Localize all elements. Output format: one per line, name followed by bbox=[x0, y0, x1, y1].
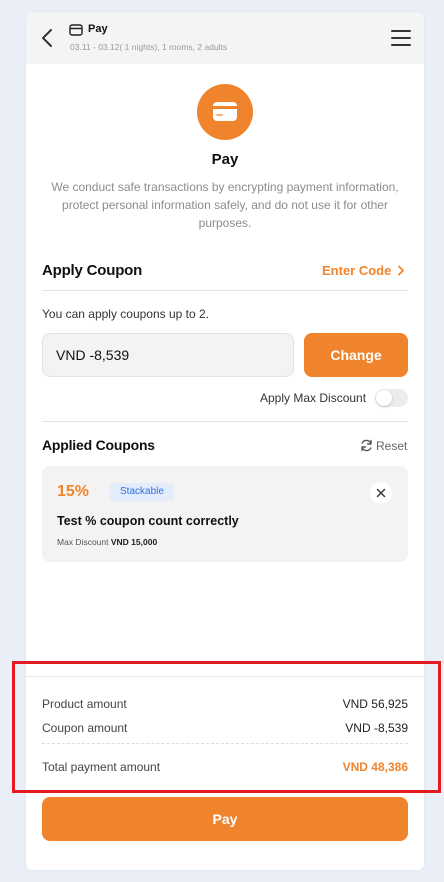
credit-card-icon bbox=[213, 102, 237, 121]
coupon-amount-field[interactable]: VND -8,539 bbox=[42, 333, 294, 377]
coupon-name: Test % coupon count correctly bbox=[57, 514, 239, 528]
max-discount-value: VND 15,000 bbox=[110, 537, 158, 547]
card-icon bbox=[69, 24, 83, 36]
summary-highlight-box bbox=[12, 661, 441, 793]
coupon-limit-note: You can apply coupons up to 2. bbox=[42, 307, 210, 321]
applied-coupon-card: 15% Stackable Test % coupon count correc… bbox=[42, 466, 408, 562]
enter-code-link[interactable]: Enter Code bbox=[322, 263, 405, 278]
max-discount-label: Apply Max Discount bbox=[260, 391, 367, 405]
page-title: Pay bbox=[211, 151, 239, 168]
max-discount-toggle[interactable] bbox=[375, 389, 408, 407]
hamburger-menu-icon[interactable] bbox=[391, 29, 411, 47]
section-divider bbox=[42, 421, 408, 422]
coupon-max-discount: Max Discount VND 15,000 bbox=[57, 537, 157, 547]
change-button[interactable]: Change bbox=[304, 333, 408, 377]
reset-label: Reset bbox=[376, 439, 408, 453]
apply-coupon-heading: Apply Coupon bbox=[42, 262, 143, 279]
applied-coupons-heading: Applied Coupons bbox=[42, 437, 155, 453]
app-header: Pay 03.11 - 03.12( 1 nights), 1 rooms, 2… bbox=[26, 12, 424, 64]
back-chevron-icon[interactable] bbox=[40, 28, 54, 48]
payment-icon-badge bbox=[197, 84, 253, 140]
refresh-icon bbox=[361, 439, 372, 452]
reset-button[interactable]: Reset bbox=[360, 439, 407, 453]
pay-button[interactable]: Pay bbox=[42, 797, 408, 841]
chevron-right-icon bbox=[398, 265, 404, 276]
section-divider bbox=[42, 290, 408, 291]
close-icon bbox=[376, 488, 386, 498]
coupon-percent: 15% bbox=[57, 483, 90, 500]
remove-coupon-button[interactable] bbox=[370, 482, 392, 504]
stackable-badge: Stackable bbox=[110, 483, 174, 501]
enter-code-label: Enter Code bbox=[322, 263, 392, 278]
security-description: We conduct safe transactions by encrypti… bbox=[51, 180, 399, 230]
toggle-knob bbox=[376, 390, 392, 406]
header-stay-details: 03.11 - 03.12( 1 nights), 1 rooms, 2 adu… bbox=[70, 42, 228, 52]
max-discount-prefix: Max Discount bbox=[57, 537, 109, 547]
header-title: Pay bbox=[88, 23, 108, 35]
